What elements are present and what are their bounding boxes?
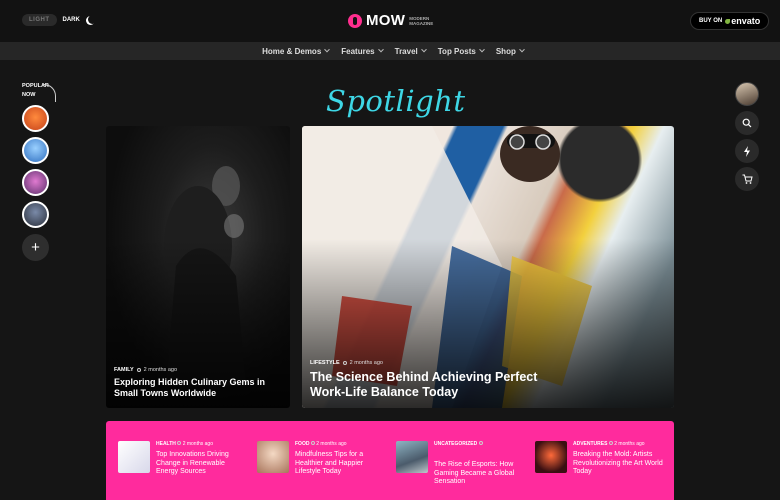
latest-posts-strip: HEALTH 2 months ago Top Innovations Driv… xyxy=(106,421,674,500)
featured-card-small[interactable]: FAMILY 2 months ago Exploring Hidden Cul… xyxy=(106,126,290,408)
logo-text: MOW xyxy=(366,12,406,29)
logo-mark-icon xyxy=(348,13,362,28)
post-title[interactable]: The Science Behind Achieving Perfect Wor… xyxy=(310,370,540,400)
post-meta: FOOD 2 months ago xyxy=(295,441,347,447)
category-label[interactable]: UNCATEGORIZED xyxy=(434,441,477,447)
post-title[interactable]: The Rise of Esports: How Gaming Became a… xyxy=(434,461,526,487)
mini-post[interactable]: ADVENTURES 2 months ago Breaking the Mol… xyxy=(535,441,663,491)
clock-icon xyxy=(342,361,347,365)
chevron-down-icon xyxy=(377,46,384,53)
post-time: 2 months ago xyxy=(349,360,383,366)
clock-icon xyxy=(310,441,315,445)
post-meta: FAMILY 2 months ago xyxy=(114,367,177,373)
chevron-down-icon xyxy=(479,46,485,53)
nav-item-top-posts[interactable]: Top Posts xyxy=(437,46,485,56)
spotlight-title: Spotlight xyxy=(326,84,466,118)
dark-mode-button[interactable]: DARK xyxy=(61,14,82,26)
top-bar: LIGHT DARK MOW MODERN MAGAZINE BUY ON en… xyxy=(0,0,780,42)
category-label[interactable]: LIFESTYLE xyxy=(310,360,340,366)
mini-post[interactable]: HEALTH 2 months ago Top Innovations Driv… xyxy=(118,441,242,491)
nav-label: Shop xyxy=(495,46,516,56)
post-time: 2 months ago xyxy=(143,367,177,373)
post-meta: LIFESTYLE 2 months ago xyxy=(310,360,383,366)
nav-label: Top Posts xyxy=(437,46,476,56)
category-label[interactable]: ADVENTURES xyxy=(573,441,607,447)
post-title[interactable]: Top Innovations Driving Change in Renewa… xyxy=(156,451,248,477)
post-time: 2 months ago xyxy=(614,441,645,447)
mode-toggle[interactable]: LIGHT DARK xyxy=(22,14,95,26)
nav-item-features[interactable]: Features xyxy=(341,46,384,56)
envato-leaf-icon xyxy=(725,18,731,24)
post-thumbnail[interactable] xyxy=(257,441,289,473)
post-thumbnail[interactable] xyxy=(118,441,150,473)
buy-on-envato-button[interactable]: BUY ON envato xyxy=(690,12,770,30)
clock-icon xyxy=(136,368,141,372)
nav-item-travel[interactable]: Travel xyxy=(394,46,427,56)
post-meta: ADVENTURES 2 months ago xyxy=(573,441,645,447)
search-button[interactable] xyxy=(735,111,759,135)
clock-icon xyxy=(478,441,483,445)
nav-label: Home & Demos xyxy=(262,46,322,56)
featured-card-large[interactable]: LIFESTYLE 2 months ago The Science Behin… xyxy=(302,126,674,408)
popular-story-avatar[interactable] xyxy=(22,105,49,132)
clock-icon xyxy=(177,441,182,445)
nav-item-shop[interactable]: Shop xyxy=(495,46,525,56)
category-label[interactable]: FAMILY xyxy=(114,367,134,373)
nav-item-home-demos[interactable]: Home & Demos xyxy=(262,46,331,56)
post-title[interactable]: Mindfulness Tips for a Healthier and Hap… xyxy=(295,451,387,477)
main-nav: Home & Demos Features Travel Top Posts S… xyxy=(0,42,780,60)
post-meta: HEALTH 2 months ago xyxy=(156,441,213,447)
mini-post[interactable]: UNCATEGORIZED The Rise of Esports: How G… xyxy=(396,441,520,491)
post-title[interactable]: Exploring Hidden Culinary Gems in Small … xyxy=(114,377,286,399)
lightning-icon xyxy=(744,145,750,157)
add-story-button[interactable]: + xyxy=(22,234,49,261)
post-thumbnail[interactable] xyxy=(535,441,567,473)
logo-tagline: MODERN MAGAZINE xyxy=(409,15,434,26)
category-label[interactable]: FOOD xyxy=(295,441,309,447)
post-thumbnail[interactable] xyxy=(396,441,428,473)
search-icon xyxy=(742,118,752,128)
category-label[interactable]: HEALTH xyxy=(156,441,176,447)
popular-story-avatar[interactable] xyxy=(22,201,49,228)
user-avatar[interactable] xyxy=(735,82,759,106)
post-title[interactable]: Breaking the Mold: Artists Revolutionizi… xyxy=(573,451,665,477)
chevron-down-icon xyxy=(420,46,427,53)
chevron-down-icon xyxy=(519,46,525,53)
cart-icon xyxy=(742,174,753,184)
popular-story-avatar[interactable] xyxy=(22,169,49,196)
cart-button[interactable] xyxy=(735,167,759,191)
popular-now: POPULAR NOW + xyxy=(22,82,56,261)
post-time: 2 months ago xyxy=(182,441,213,447)
buy-label: BUY ON xyxy=(699,18,723,24)
nav-label: Travel xyxy=(394,46,418,56)
mini-post[interactable]: FOOD 2 months ago Mindfulness Tips for a… xyxy=(257,441,381,491)
moon-icon xyxy=(88,15,97,24)
envato-text: envato xyxy=(731,16,761,26)
chevron-down-icon xyxy=(324,46,331,53)
light-mode-button[interactable]: LIGHT xyxy=(22,14,57,26)
trending-button[interactable] xyxy=(735,139,759,163)
popular-story-avatar[interactable] xyxy=(22,137,49,164)
nav-label: Features xyxy=(341,46,375,56)
post-meta: UNCATEGORIZED xyxy=(434,441,483,447)
site-logo[interactable]: MOW MODERN MAGAZINE xyxy=(348,12,443,29)
clock-icon xyxy=(608,441,613,445)
post-time: 2 months ago xyxy=(316,441,347,447)
envato-logo: envato xyxy=(725,16,760,26)
